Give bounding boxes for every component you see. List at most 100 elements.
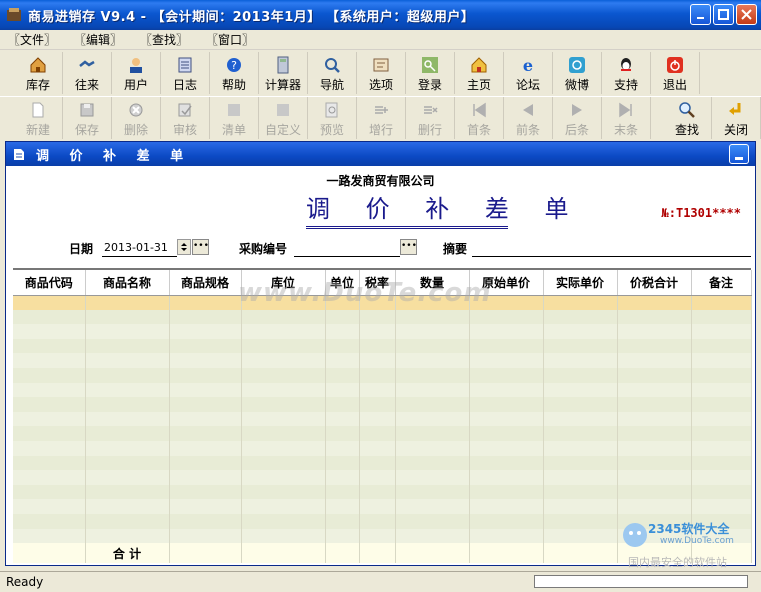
table-cell[interactable] (395, 426, 470, 441)
table-cell[interactable] (359, 367, 396, 383)
purchase-no-field[interactable] (294, 238, 400, 257)
table-cell[interactable] (543, 309, 618, 325)
table-cell[interactable] (85, 338, 170, 354)
table-cell[interactable] (617, 470, 692, 485)
table-cell[interactable] (469, 338, 544, 354)
table-cell[interactable] (395, 455, 470, 471)
toolbar-weibo-button[interactable]: 微博 (553, 52, 602, 94)
table-cell[interactable] (169, 528, 242, 544)
table-cell[interactable] (325, 382, 360, 398)
table-cell[interactable] (325, 513, 360, 529)
table-cell[interactable] (359, 324, 396, 339)
maximize-button[interactable] (713, 4, 734, 25)
table-cell[interactable] (13, 411, 86, 427)
table-row[interactable] (13, 353, 752, 368)
table-row[interactable] (13, 338, 752, 354)
column-header[interactable]: 商品名称 (85, 270, 170, 296)
table-cell[interactable] (469, 367, 544, 383)
table-cell[interactable] (13, 484, 86, 500)
table-cell[interactable] (241, 513, 326, 529)
table-cell[interactable] (359, 484, 396, 500)
table-cell[interactable] (395, 440, 470, 456)
date-picker-button[interactable]: ••• (192, 239, 209, 255)
table-cell[interactable] (325, 324, 360, 339)
table-cell[interactable] (691, 309, 752, 325)
table-cell[interactable] (469, 411, 544, 427)
table-cell[interactable] (325, 426, 360, 441)
table-cell[interactable] (543, 295, 618, 310)
table-cell[interactable] (395, 513, 470, 529)
table-cell[interactable] (169, 309, 242, 325)
table-cell[interactable] (691, 411, 752, 427)
table-cell[interactable] (691, 499, 752, 514)
table-row[interactable] (13, 397, 752, 412)
table-cell[interactable] (13, 499, 86, 514)
table-cell[interactable] (617, 411, 692, 427)
date-spinner[interactable] (177, 239, 191, 255)
table-cell[interactable] (617, 455, 692, 471)
table-cell[interactable] (691, 455, 752, 471)
table-cell[interactable] (691, 338, 752, 354)
table-cell[interactable] (85, 397, 170, 412)
table-cell[interactable] (395, 309, 470, 325)
toolbar-log-button[interactable]: 日志 (161, 52, 210, 94)
table-cell[interactable] (617, 367, 692, 383)
table-cell[interactable] (359, 499, 396, 514)
table-cell[interactable] (169, 440, 242, 456)
table-cell[interactable] (359, 470, 396, 485)
toolbar-forum-button[interactable]: e 论坛 (504, 52, 553, 94)
toolbar-contacts-button[interactable]: 往来 (63, 52, 112, 94)
table-cell[interactable] (395, 470, 470, 485)
table-cell[interactable] (169, 295, 242, 310)
column-header[interactable]: 商品代码 (13, 270, 86, 296)
table-cell[interactable] (469, 455, 544, 471)
table-cell[interactable] (395, 528, 470, 544)
toolbar-next-button[interactable]: 后条 (553, 97, 602, 139)
table-cell[interactable] (395, 353, 470, 368)
table-cell[interactable] (85, 367, 170, 383)
table-cell[interactable] (543, 367, 618, 383)
toolbar-inventory-button[interactable]: 库存 (14, 52, 63, 94)
table-cell[interactable] (359, 382, 396, 398)
close-window-button[interactable] (736, 4, 757, 25)
table-cell[interactable] (85, 440, 170, 456)
toolbar-add-row-button[interactable]: 增行 (357, 97, 406, 139)
table-cell[interactable] (169, 513, 242, 529)
toolbar-help-button[interactable]: ? 帮助 (210, 52, 259, 94)
table-cell[interactable] (617, 484, 692, 500)
table-cell[interactable] (469, 382, 544, 398)
table-cell[interactable] (241, 338, 326, 354)
table-cell[interactable] (543, 382, 618, 398)
table-row[interactable] (13, 324, 752, 339)
table-cell[interactable] (13, 324, 86, 339)
table-cell[interactable] (85, 528, 170, 544)
table-cell[interactable] (241, 411, 326, 427)
table-cell[interactable] (241, 484, 326, 500)
table-cell[interactable] (325, 528, 360, 544)
table-cell[interactable] (617, 382, 692, 398)
table-cell[interactable] (325, 455, 360, 471)
table-cell[interactable] (85, 499, 170, 514)
table-cell[interactable] (325, 484, 360, 500)
table-cell[interactable] (13, 338, 86, 354)
table-cell[interactable] (691, 295, 752, 310)
table-cell[interactable] (359, 309, 396, 325)
table-cell[interactable] (13, 382, 86, 398)
minimize-button[interactable] (690, 4, 711, 25)
table-cell[interactable] (691, 484, 752, 500)
table-cell[interactable] (241, 367, 326, 383)
column-header[interactable]: 商品规格 (169, 270, 242, 296)
table-cell[interactable] (543, 513, 618, 529)
table-cell[interactable] (395, 324, 470, 339)
table-cell[interactable] (169, 426, 242, 441)
table-cell[interactable] (169, 484, 242, 500)
table-cell[interactable] (395, 397, 470, 412)
table-row[interactable] (13, 470, 752, 485)
table-row[interactable] (13, 440, 752, 456)
table-cell[interactable] (169, 367, 242, 383)
table-cell[interactable] (169, 499, 242, 514)
table-row[interactable] (13, 367, 752, 383)
table-cell[interactable] (359, 397, 396, 412)
table-cell[interactable] (395, 367, 470, 383)
toolbar-audit-button[interactable]: 审核 (161, 97, 210, 139)
